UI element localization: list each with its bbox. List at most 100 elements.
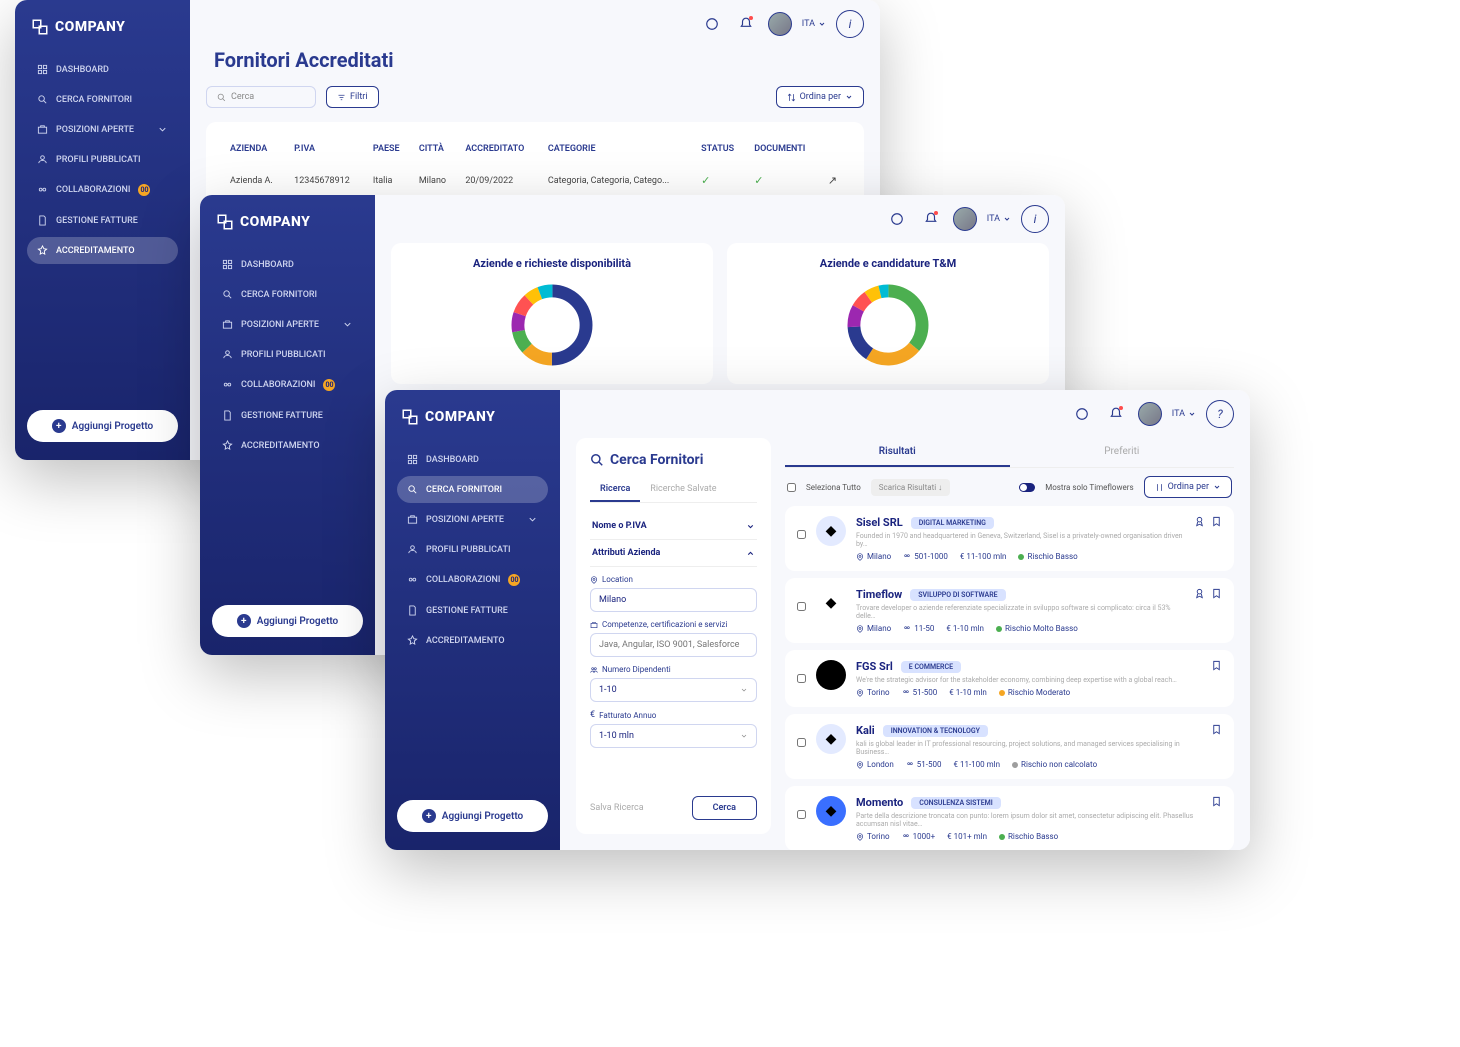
sidebar-item-cerca-fornitori[interactable]: CERCA FORNITORI	[212, 281, 363, 308]
sidebar-item-collaborazioni[interactable]: COLLABORAZIONI00	[27, 176, 178, 204]
results-area: Risultati Preferiti Seleziona Tutto Scar…	[785, 438, 1234, 834]
sidebar-item-accreditamento[interactable]: ACCREDITAMENTO	[212, 432, 363, 459]
result-card[interactable]: ◆KaliINNOVATION & TECNOLOGYkali is globa…	[785, 714, 1234, 779]
result-card[interactable]: ◆Sisel SRLDIGITAL MARKETINGFounded in 19…	[785, 506, 1234, 571]
filter-button[interactable]: Filtri	[326, 86, 379, 108]
arrow-icon[interactable]: ↗	[828, 174, 837, 187]
chat-icon[interactable]	[885, 207, 909, 231]
sidebar-item-gestione-fatture[interactable]: GESTIONE FATTURE	[27, 207, 178, 234]
section-nome[interactable]: Nome o P.IVA	[590, 513, 757, 540]
company-logo: ◆	[816, 724, 846, 754]
collab-badge: 00	[323, 379, 335, 391]
award-icon[interactable]	[1194, 588, 1205, 599]
search-button[interactable]: Cerca	[692, 796, 757, 820]
label-dipendenti: Numero Dipendenti	[590, 665, 757, 674]
table-header: AZIENDA	[224, 136, 286, 162]
sidebar-item-collaborazioni[interactable]: COLLABORAZIONI00	[212, 371, 363, 399]
meta-risk: Rischio Molto Basso	[996, 624, 1078, 633]
add-project-button[interactable]: +Aggiungi Progetto	[212, 605, 363, 637]
bookmark-icon[interactable]	[1211, 516, 1222, 527]
order-button[interactable]: Ordina per	[776, 86, 864, 108]
bell-icon[interactable]	[1104, 402, 1128, 426]
topbar: ITA i	[190, 0, 880, 48]
sidebar-item-posizioni-aperte[interactable]: POSIZIONI APERTE	[397, 506, 548, 533]
table-header: STATUS	[695, 136, 746, 162]
sidebar-item-profili-pubblicati[interactable]: PROFILI PUBBLICATI	[212, 341, 363, 368]
company-desc: Parte della descrizione troncata con pun…	[856, 812, 1201, 828]
award-icon[interactable]	[1194, 516, 1205, 527]
search-panel: Cerca Fornitori Ricerca Ricerche Salvate…	[576, 438, 771, 834]
table-header: P.IVA	[288, 136, 365, 162]
tab-risultati[interactable]: Risultati	[785, 438, 1010, 467]
bell-icon[interactable]	[919, 207, 943, 231]
brand-logo: COMPANY	[27, 18, 178, 36]
section-attributi[interactable]: Attributi Azienda	[590, 540, 757, 567]
result-checkbox[interactable]	[797, 810, 806, 819]
result-checkbox[interactable]	[797, 602, 806, 611]
sidebar-item-gestione-fatture[interactable]: GESTIONE FATTURE	[397, 597, 548, 624]
tab-preferiti[interactable]: Preferiti	[1010, 438, 1235, 467]
company-desc: Trovare developer o aziende referenziate…	[856, 604, 1184, 620]
result-card[interactable]: ◆MomentoCONSULENZA SISTEMIParte della de…	[785, 786, 1234, 850]
chat-icon[interactable]	[700, 12, 724, 36]
sidebar-item-profili-pubblicati[interactable]: PROFILI PUBBLICATI	[27, 146, 178, 173]
add-project-button[interactable]: +Aggiungi Progetto	[397, 800, 548, 832]
sidebar-item-collaborazioni[interactable]: COLLABORAZIONI00	[397, 566, 548, 594]
result-checkbox[interactable]	[797, 738, 806, 747]
avatar[interactable]	[768, 12, 792, 36]
meta-employees: 51-500	[906, 760, 942, 769]
sidebar-item-cerca-fornitori[interactable]: CERCA FORNITORI	[397, 476, 548, 503]
info-button[interactable]: i	[836, 10, 864, 38]
bell-icon[interactable]	[734, 12, 758, 36]
sidebar-item-posizioni-aperte[interactable]: POSIZIONI APERTE	[27, 116, 178, 143]
result-card[interactable]: ◆TimeflowSVILUPPO DI SOFTWARETrovare dev…	[785, 578, 1234, 643]
sidebar-item-accreditamento[interactable]: ACCREDITAMENTO	[397, 627, 548, 654]
fatturato-select[interactable]: 1-10 mln	[590, 724, 757, 748]
info-button[interactable]: ?	[1206, 400, 1234, 428]
table-row[interactable]: Azienda A. 12345678912 Italia Milano 20/…	[224, 164, 846, 197]
company-name: Sisel SRL	[856, 516, 903, 529]
sidebar-item-accreditamento[interactable]: ACCREDITAMENTO	[27, 237, 178, 264]
language-switch[interactable]: ITA	[802, 19, 826, 29]
bookmark-icon[interactable]	[1211, 796, 1222, 807]
add-project-button[interactable]: +Aggiungi Progetto	[27, 410, 178, 442]
bookmark-icon[interactable]	[1211, 660, 1222, 671]
brand-logo: COMPANY	[397, 408, 548, 426]
result-checkbox[interactable]	[797, 530, 806, 539]
sidebar-item-profili-pubblicati[interactable]: PROFILI PUBBLICATI	[397, 536, 548, 563]
language-switch[interactable]: ITA	[987, 214, 1011, 224]
result-checkbox[interactable]	[797, 674, 806, 683]
meta-revenue: € 1-10 mln	[949, 688, 987, 697]
sidebar-item-dashboard[interactable]: DASHBOARD	[397, 446, 548, 473]
sidebar-item-dashboard[interactable]: DASHBOARD	[212, 251, 363, 278]
timeflow-toggle[interactable]	[1019, 483, 1035, 492]
competenze-input[interactable]	[590, 633, 757, 657]
meta-employees: 51-500	[902, 688, 938, 697]
avatar[interactable]	[953, 207, 977, 231]
result-card[interactable]: ◆FGS SrlE COMMERCEWe're the strategic ad…	[785, 650, 1234, 707]
bookmark-icon[interactable]	[1211, 588, 1222, 599]
sidebar-item-dashboard[interactable]: DASHBOARD	[27, 56, 178, 83]
select-all-checkbox[interactable]	[787, 483, 796, 492]
avatar[interactable]	[1138, 402, 1162, 426]
tab-ricerca[interactable]: Ricerca	[590, 478, 640, 502]
order-button[interactable]: Ordina per	[1144, 476, 1232, 498]
language-switch[interactable]: ITA	[1172, 409, 1196, 419]
dipendenti-select[interactable]: 1-10	[590, 678, 757, 702]
info-button[interactable]: i	[1021, 205, 1049, 233]
sidebar-item-cerca-fornitori[interactable]: CERCA FORNITORI	[27, 86, 178, 113]
download-button[interactable]: Scarica Risultati ↓	[871, 479, 950, 496]
table-header: CITTÀ	[413, 136, 458, 162]
bookmark-icon[interactable]	[1211, 724, 1222, 735]
sidebar-item-posizioni-aperte[interactable]: POSIZIONI APERTE	[212, 311, 363, 338]
search-input[interactable]: Cerca	[206, 86, 316, 108]
meta-risk: Rischio Basso	[1018, 552, 1077, 561]
sidebar: COMPANY DASHBOARDCERCA FORNITORIPOSIZION…	[200, 195, 375, 655]
sidebar-item-gestione-fatture[interactable]: GESTIONE FATTURE	[212, 402, 363, 429]
tab-ricerche-salvate[interactable]: Ricerche Salvate	[640, 478, 726, 502]
location-input[interactable]	[590, 588, 757, 612]
company-logo: ◆	[816, 796, 846, 826]
save-search-link[interactable]: Salva Ricerca	[590, 803, 644, 813]
company-logo: ◆	[816, 516, 846, 546]
chat-icon[interactable]	[1070, 402, 1094, 426]
